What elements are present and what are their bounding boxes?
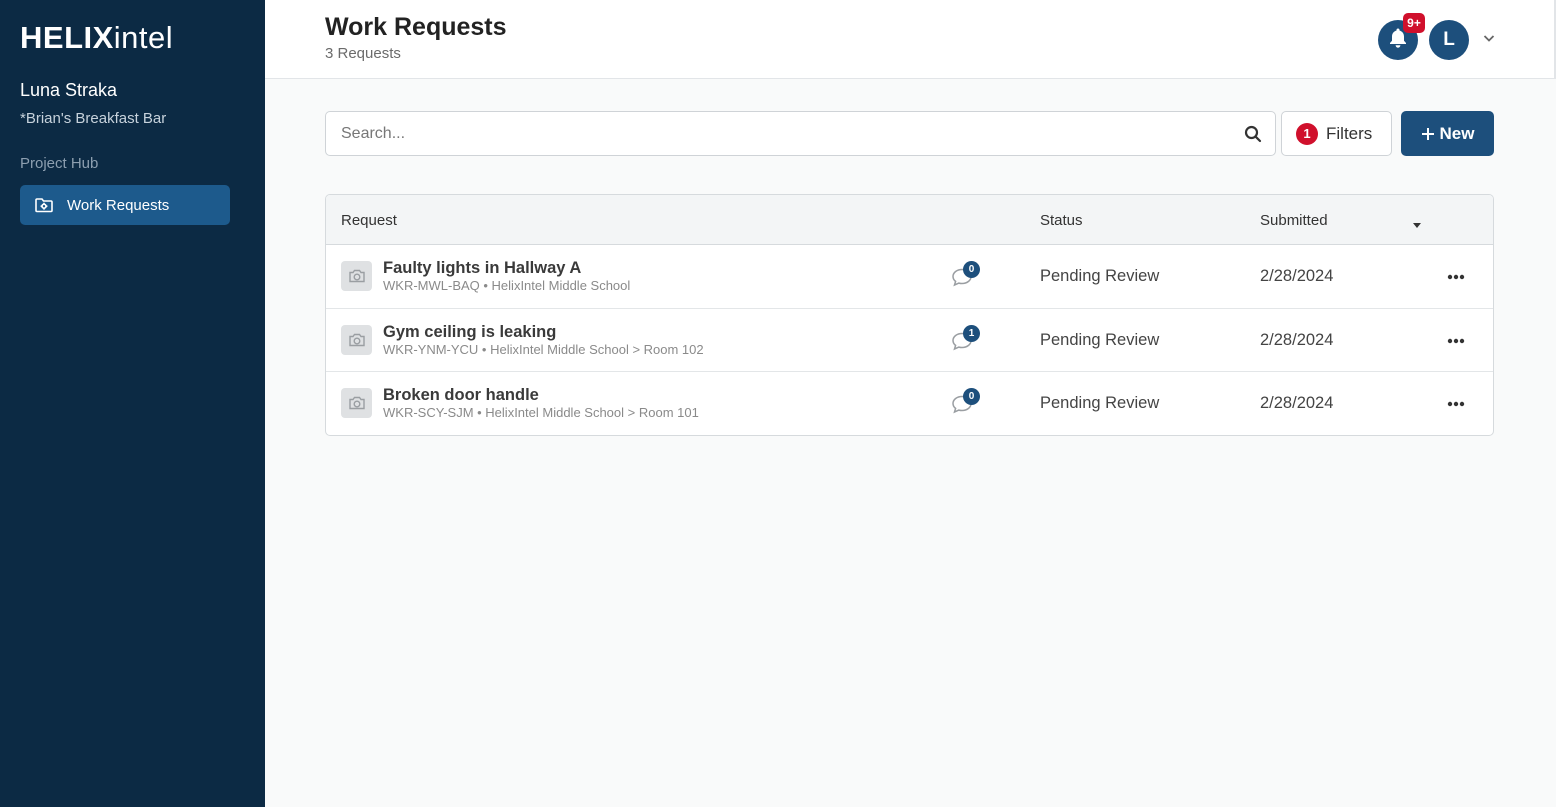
filters-count-badge: 1 [1296,122,1318,145]
notifications-badge: 9+ [1403,13,1425,33]
request-status: Pending Review [1040,394,1160,412]
column-header-status[interactable]: Status [1040,212,1083,229]
sidebar-item-label: Work Requests [67,196,170,214]
request-submitted-date: 2/28/2024 [1260,267,1334,285]
comments-indicator[interactable]: 0 [950,388,984,416]
column-header-submitted[interactable]: Submitted [1260,212,1328,229]
table-row[interactable]: Gym ceiling is leaking WKR-YNM-YCU • Hel… [326,309,1493,372]
table-row[interactable]: Broken door handle WKR-SCY-SJM • HelixIn… [326,372,1493,435]
request-title[interactable]: Faulty lights in Hallway A [383,259,581,278]
sidebar-user-name: Luna Straka [20,80,118,100]
more-options-icon[interactable] [1444,394,1468,414]
sidebar-org-name: *Brian's Breakfast Bar [20,110,167,127]
search-box [325,111,1276,156]
sidebar-item-work-requests[interactable]: Work Requests [20,185,230,225]
filters-button[interactable]: 1 Filters [1281,111,1392,156]
search-icon[interactable] [1244,125,1262,143]
logo-light-text: intel [113,20,174,55]
comments-indicator[interactable]: 0 [950,261,984,289]
search-input[interactable] [326,112,1275,155]
request-status: Pending Review [1040,267,1160,285]
page-title: Work Requests [325,13,507,41]
request-status: Pending Review [1040,330,1160,349]
plus-icon [1421,124,1435,144]
more-options-icon[interactable] [1444,331,1468,351]
filters-label: Filters [1326,123,1373,143]
sidebar-section-label: Project Hub [20,155,99,172]
table-header: Request Status Submitted [326,195,1493,245]
request-submitted-date: 2/28/2024 [1260,330,1334,349]
sidebar: HELIXintel Luna Straka *Brian's Breakfas… [0,0,265,807]
app-logo[interactable]: HELIXintel [20,20,173,56]
new-button-label: New [1439,123,1475,143]
request-title[interactable]: Gym ceiling is leaking [383,323,556,342]
request-submitted-date: 2/28/2024 [1260,394,1334,412]
photo-placeholder-icon [341,388,372,418]
request-title[interactable]: Broken door handle [383,386,539,405]
sort-descending-icon[interactable] [1412,217,1422,228]
comment-count-badge: 1 [963,324,980,342]
photo-placeholder-icon [341,261,372,291]
column-header-request[interactable]: Request [341,212,397,229]
photo-placeholder-icon [341,324,372,355]
requests-table: Request Status Submitted Faulty lights i… [325,194,1494,436]
table-row[interactable]: Faulty lights in Hallway A WKR-MWL-BAQ •… [326,245,1493,309]
top-bar: Work Requests 3 Requests 9+ L [265,0,1556,79]
request-meta: WKR-MWL-BAQ • HelixIntel Middle School [383,278,631,293]
comment-count-badge: 0 [963,261,980,278]
chevron-down-icon[interactable] [1481,30,1497,46]
request-meta: WKR-SCY-SJM • HelixIntel Middle School >… [383,405,699,420]
user-avatar[interactable]: L [1429,20,1469,60]
logo-bold-text: HELIX [20,20,114,55]
folder-gear-icon [34,195,54,215]
new-request-button[interactable]: New [1401,111,1494,156]
comments-indicator[interactable]: 1 [950,324,984,353]
request-meta: WKR-YNM-YCU • HelixIntel Middle School >… [383,341,704,357]
comment-count-badge: 0 [963,388,980,405]
request-count: 3 Requests [325,45,401,62]
more-options-icon[interactable] [1444,267,1468,287]
